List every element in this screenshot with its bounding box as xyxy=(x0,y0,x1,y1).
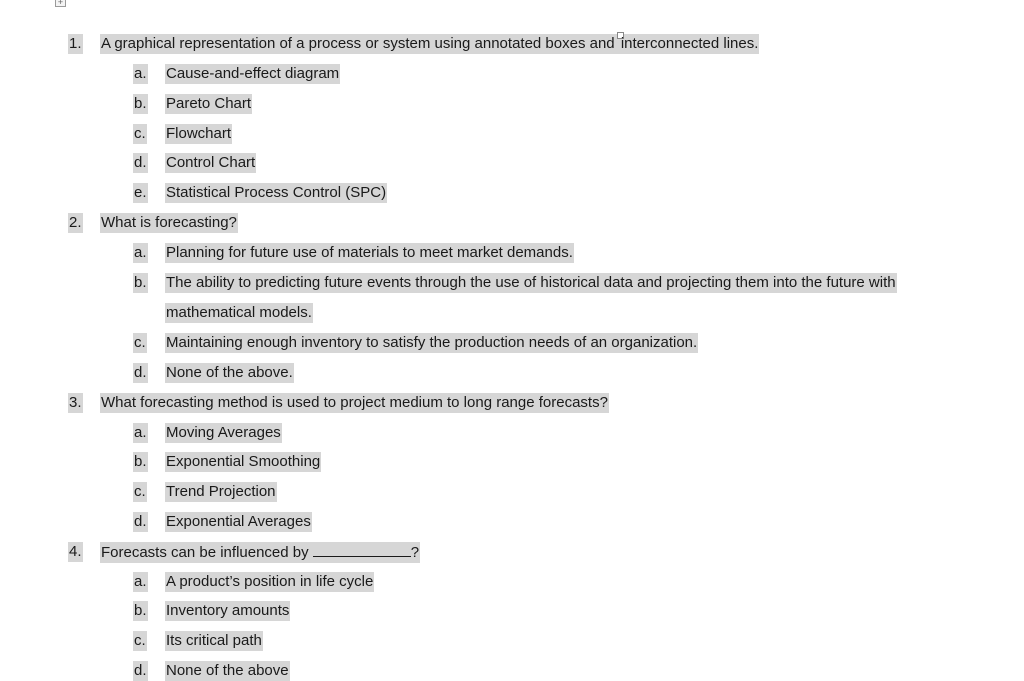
option-letter: e. xyxy=(133,183,148,203)
option-letter: a. xyxy=(133,572,148,592)
option-letter: c. xyxy=(133,631,147,651)
option-text: Cause-and-effect diagram xyxy=(165,64,341,84)
option-letter: b. xyxy=(133,601,148,621)
question-text-part: Forecasts can be influenced by xyxy=(101,544,309,561)
option-letter: d. xyxy=(133,153,148,173)
option-text: A product’s position in life cycle xyxy=(165,572,375,592)
option-text-continued: mathematical models. xyxy=(165,303,313,323)
fill-in-blank xyxy=(312,542,411,557)
option-letter: c. xyxy=(133,482,147,502)
question-text: Forecasts can be influenced by ? xyxy=(100,542,421,563)
option-letter: a. xyxy=(133,423,148,443)
option-letter: a. xyxy=(133,243,148,263)
question-number: 2. xyxy=(68,213,83,233)
option-text: Moving Averages xyxy=(165,423,282,443)
question-text-part: interconnected lines. xyxy=(620,35,759,52)
option-text: Statistical Process Control (SPC) xyxy=(165,183,388,203)
option-text: Maintaining enough inventory to satisfy … xyxy=(165,333,699,353)
option-text: Flowchart xyxy=(165,124,233,144)
question-number: 1. xyxy=(68,34,83,54)
question-text: What is forecasting? xyxy=(100,213,238,233)
option-text: Trend Projection xyxy=(165,482,277,502)
option-text: Pareto Chart xyxy=(165,94,253,114)
option-text: Control Chart xyxy=(165,153,257,173)
option-text: Planning for future use of materials to … xyxy=(165,243,574,263)
option-text: Exponential Smoothing xyxy=(165,452,322,472)
option-letter: b. xyxy=(133,273,148,293)
question-number: 3. xyxy=(68,393,83,413)
option-text: Its critical path xyxy=(165,631,263,651)
option-text: Exponential Averages xyxy=(165,512,312,532)
option-text: None of the above. xyxy=(165,363,294,383)
question-text: What forecasting method is used to proje… xyxy=(100,393,609,413)
option-letter: b. xyxy=(133,94,148,114)
move-handle-icon[interactable]: + xyxy=(55,0,66,7)
option-letter: d. xyxy=(133,363,148,383)
question-text-part: A graphical representation of a process … xyxy=(101,35,615,52)
option-letter: d. xyxy=(133,512,148,532)
option-letter: c. xyxy=(133,333,147,353)
option-letter: b. xyxy=(133,452,148,472)
option-text: None of the above xyxy=(165,661,290,681)
option-letter: a. xyxy=(133,64,148,84)
option-letter: c. xyxy=(133,124,147,144)
option-letter: d. xyxy=(133,661,148,681)
option-text: Inventory amounts xyxy=(165,601,291,621)
question-number: 4. xyxy=(68,542,83,562)
question-text: A graphical representation of a process … xyxy=(100,32,760,54)
question-text-suffix: ? xyxy=(410,544,420,561)
option-text: The ability to predicting future events … xyxy=(165,273,897,293)
